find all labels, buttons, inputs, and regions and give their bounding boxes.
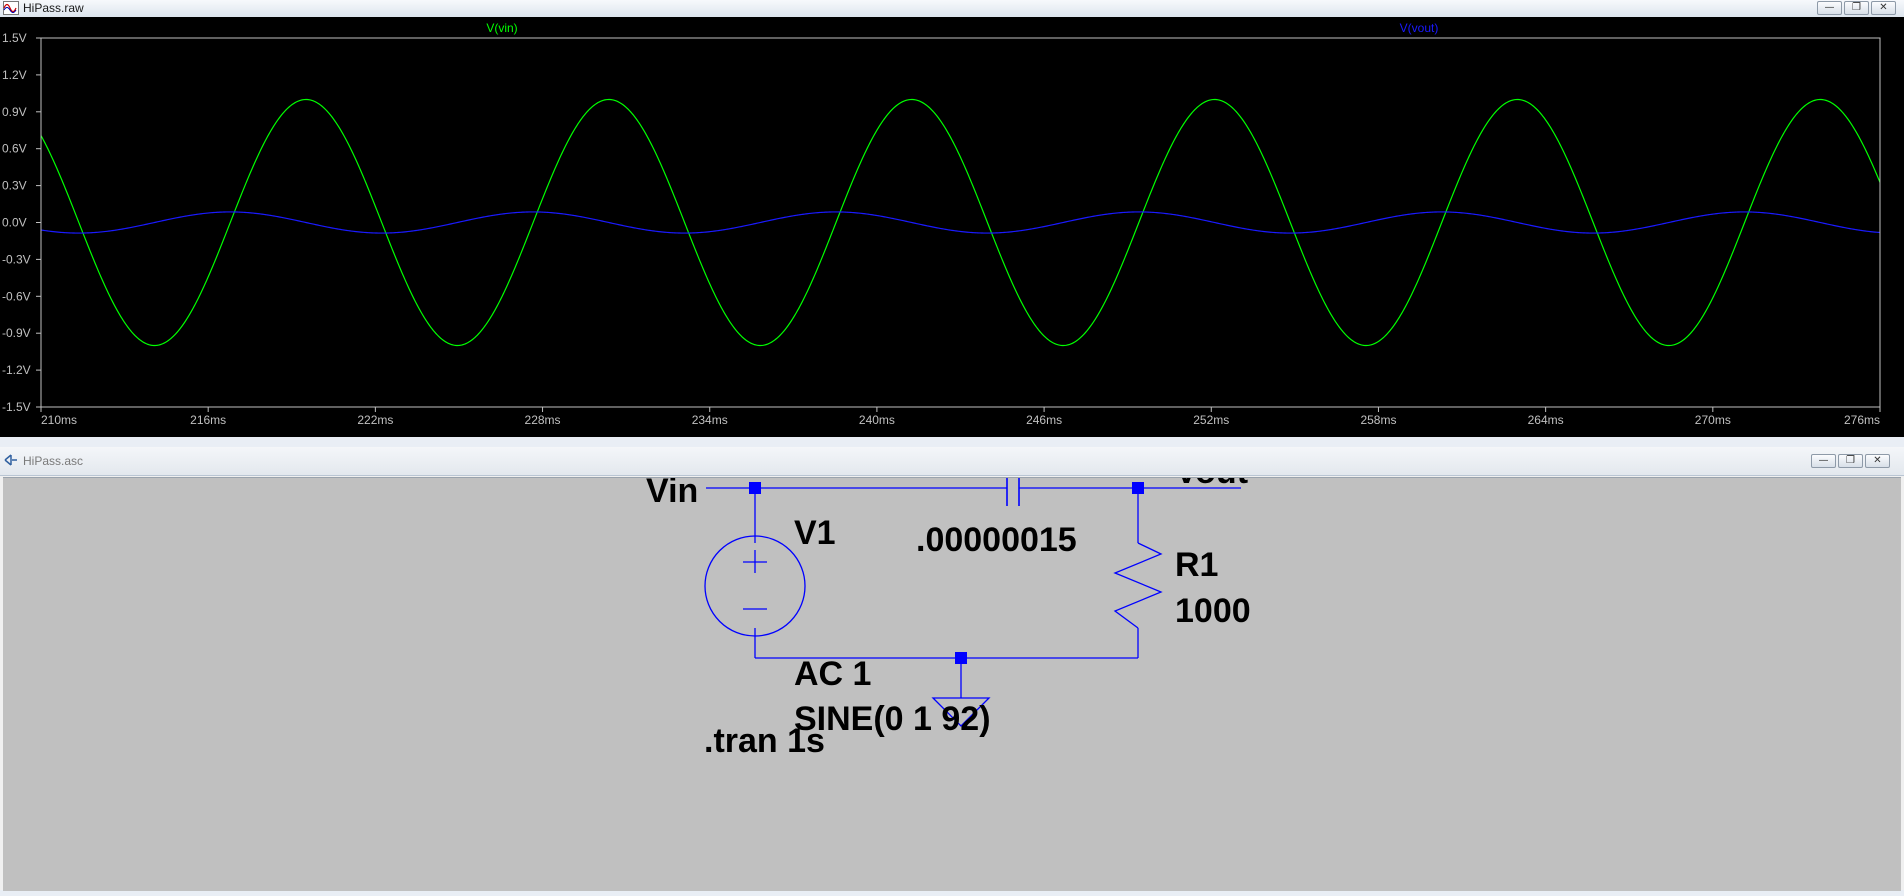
- junction-node-vout[interactable]: [1132, 482, 1144, 494]
- x-tick-label: 270ms: [1695, 413, 1731, 427]
- capacitor-c1[interactable]: [1006, 470, 1020, 506]
- trace-vin[interactable]: [40, 98, 1881, 347]
- schematic-minimize-button[interactable]: —: [1811, 454, 1836, 468]
- trace-label-vin[interactable]: V(vin): [486, 21, 517, 35]
- schematic-title-bar[interactable]: HiPass.asc — ❐ ✕: [0, 447, 1904, 476]
- waveform-window-title: HiPass.raw: [23, 1, 84, 15]
- y-tick-label: -0.6V: [2, 289, 31, 303]
- y-tick-label: -0.9V: [2, 326, 31, 340]
- schematic-restore-button[interactable]: ❐: [1838, 454, 1863, 468]
- waveform-app-icon: [3, 1, 19, 15]
- junction-node-ground[interactable]: [955, 652, 967, 664]
- x-tick-label: 228ms: [525, 413, 561, 427]
- trace-label-vout[interactable]: V(vout): [1400, 21, 1439, 35]
- y-tick-label: -1.5V: [2, 400, 31, 414]
- y-tick-label: -1.2V: [2, 363, 31, 377]
- x-tick-label: 222ms: [357, 413, 393, 427]
- x-tick-label: 216ms: [190, 413, 226, 427]
- net-label-vout[interactable]: Vout: [1175, 453, 1248, 491]
- x-tick-label: 264ms: [1528, 413, 1564, 427]
- schematic-window: HiPass.asc — ❐ ✕ Vin .00000015 R1 1000 V…: [0, 432, 1904, 891]
- minimize-button[interactable]: —: [1817, 1, 1842, 15]
- waveform-title-bar[interactable]: HiPass.raw — ❐ ✕: [0, 0, 1904, 18]
- x-tick-label: 210ms: [41, 413, 77, 427]
- y-tick-label: 0.3V: [2, 179, 27, 193]
- c1-value-label[interactable]: .00000015: [916, 521, 1077, 559]
- x-tick-label: 252ms: [1193, 413, 1229, 427]
- plot-frame: [40, 37, 1881, 408]
- y-tick-label: 0.9V: [2, 105, 27, 119]
- x-tick-label: 276ms: [1844, 413, 1880, 427]
- plot-area[interactable]: 1.5V 1.2V 0.9V 0.6V 0.3V 0.0V -0.3V -0.6V -0.9V -…: [0, 17, 1904, 437]
- y-tick-label: 1.5V: [2, 31, 27, 45]
- schematic-canvas[interactable]: Vin Vout C1 .00000015 R1 1000 V1 AC 1 SI…: [3, 432, 1901, 891]
- schematic-close-button[interactable]: ✕: [1865, 454, 1890, 468]
- restore-button[interactable]: ❐: [1844, 1, 1869, 15]
- y-tick-label: 0.6V: [2, 142, 27, 156]
- schematic-window-title: HiPass.asc: [23, 454, 84, 468]
- v1-name-label[interactable]: V1: [794, 514, 836, 552]
- schematic-drawing[interactable]: Vin Vout C1 .00000015 R1 1000 V1 AC 1 SI…: [3, 432, 1901, 891]
- y-tick-label: 1.2V: [2, 68, 27, 82]
- trace-vout[interactable]: [40, 211, 1881, 234]
- junction-node-vin[interactable]: [749, 482, 761, 494]
- schematic-app-icon: [4, 454, 17, 466]
- waveform-window: HiPass.raw — ❐ ✕ 1.5V 1.2V 0.9V 0.6V 0.3V 0.0…: [0, 0, 1904, 437]
- x-tick-label: 258ms: [1360, 413, 1396, 427]
- tran-directive[interactable]: .tran 1s: [704, 722, 825, 760]
- x-tick-label: 240ms: [859, 413, 895, 427]
- x-tick-label: 246ms: [1026, 413, 1062, 427]
- close-button[interactable]: ✕: [1871, 1, 1896, 15]
- net-label-vin[interactable]: Vin: [646, 472, 698, 510]
- x-tick-label: 234ms: [692, 413, 728, 427]
- v1-ac-label[interactable]: AC 1: [794, 655, 871, 693]
- waveform-chart[interactable]: 1.5V 1.2V 0.9V 0.6V 0.3V 0.0V -0.3V -0.6V -0.9V -…: [0, 17, 1904, 437]
- voltage-source-v1[interactable]: [704, 535, 806, 637]
- resistor-r1[interactable]: [1113, 542, 1163, 629]
- y-tick-label: 0.0V: [2, 216, 27, 230]
- r1-name-label[interactable]: R1: [1175, 546, 1218, 584]
- r1-value-label[interactable]: 1000: [1175, 592, 1251, 630]
- y-tick-label: -0.3V: [2, 252, 31, 266]
